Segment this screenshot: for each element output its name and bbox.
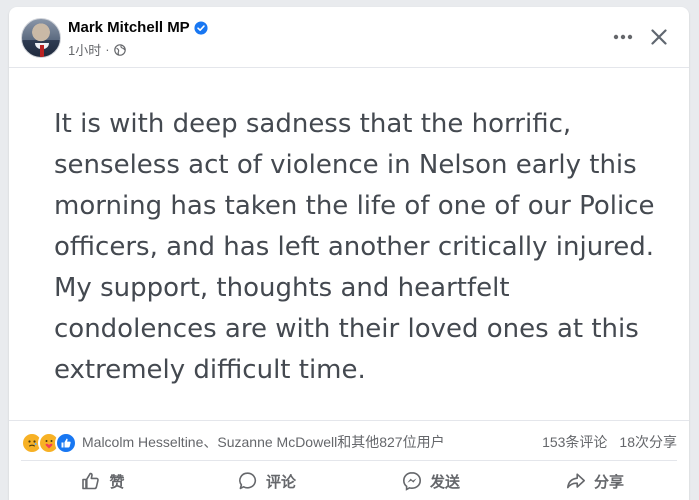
post-stats: Malcolm Hesseltine、Suzanne McDowell和其他82… — [9, 420, 689, 461]
close-button[interactable] — [643, 21, 675, 53]
post-text: It is with deep sadness that the horrifi… — [54, 109, 655, 385]
share-button[interactable]: 分享 — [513, 461, 677, 500]
post-meta: 1小时 · — [68, 40, 126, 59]
close-icon — [651, 29, 667, 45]
comment-label: 评论 — [265, 473, 296, 491]
post-actions: 赞 评论 发送 分享 — [21, 460, 677, 500]
meta-separator: · — [105, 42, 110, 57]
more-horizontal-icon — [613, 34, 633, 40]
globe-icon[interactable] — [113, 43, 126, 56]
like-label: 赞 — [109, 473, 125, 491]
share-label: 分享 — [593, 473, 624, 491]
more-options-button[interactable] — [607, 23, 639, 51]
messenger-icon — [402, 471, 421, 491]
post-header: Mark Mitchell MP 1小时 · — [9, 7, 689, 68]
like-button[interactable]: 赞 — [21, 461, 185, 500]
engagement-counts: 153条评论 18次分享 — [542, 432, 677, 452]
post-time[interactable]: 1小时 — [68, 40, 101, 59]
post-body: It is with deep sadness that the horrifi… — [9, 68, 689, 420]
send-button[interactable]: 发送 — [349, 461, 513, 500]
post-dialog: Mark Mitchell MP 1小时 · It is with deep s… — [9, 7, 689, 500]
author-row: Mark Mitchell MP — [68, 19, 208, 36]
share-arrow-icon — [566, 473, 585, 489]
author-name[interactable]: Mark Mitchell MP — [68, 19, 190, 36]
comment-button[interactable]: 评论 — [185, 461, 349, 500]
comment-count[interactable]: 153条评论 — [542, 432, 607, 452]
thumbs-up-icon — [82, 472, 100, 490]
comment-icon — [239, 472, 257, 490]
share-count[interactable]: 18次分享 — [619, 432, 677, 452]
send-label: 发送 — [429, 473, 460, 491]
author-avatar[interactable] — [21, 18, 61, 58]
reactors-summary[interactable]: Malcolm Hesseltine、Suzanne McDowell和其他82… — [82, 432, 445, 452]
verified-badge-icon — [194, 20, 208, 35]
like-reaction-icon — [55, 432, 77, 454]
reaction-icons[interactable] — [21, 432, 77, 454]
